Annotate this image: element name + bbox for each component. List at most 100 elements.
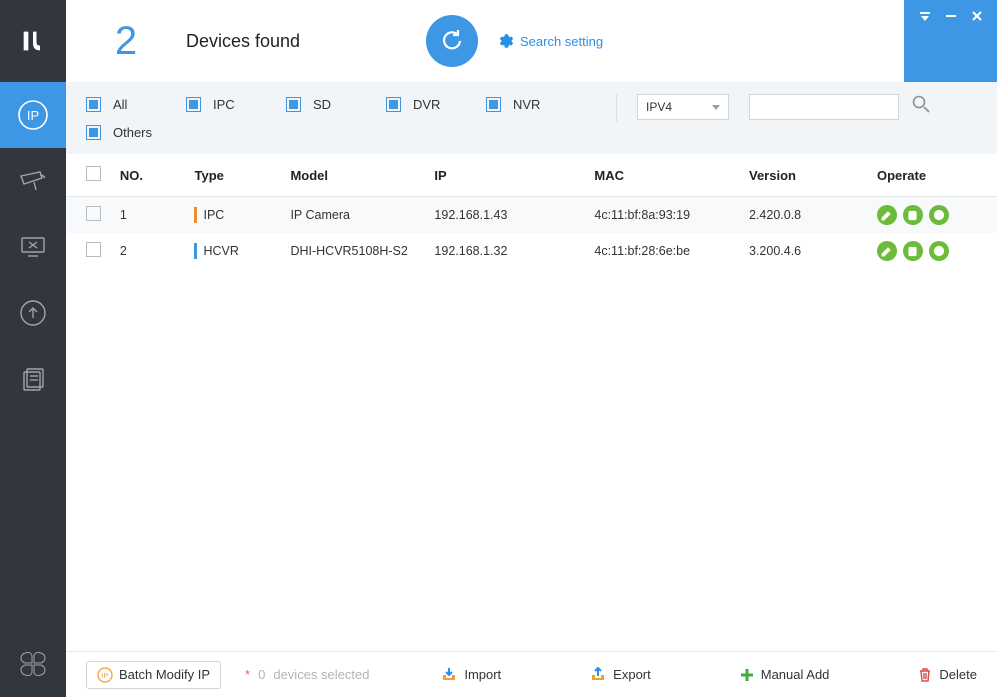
main-area: 2 Devices found Search setting All IPC SD D… [66, 0, 997, 697]
sidebar: IP [0, 0, 66, 697]
filter-all[interactable]: All [86, 90, 186, 118]
ip-mode-select[interactable]: IPV4 [637, 94, 729, 120]
col-type[interactable]: Type [186, 154, 282, 197]
checkbox-icon [386, 97, 401, 112]
selected-label: devices selected [273, 667, 369, 682]
close-icon[interactable] [971, 10, 983, 22]
app-logo [0, 0, 66, 82]
device-table: NO. Type Model IP MAC Version Operate 1 I… [66, 154, 997, 269]
checkbox-icon [86, 125, 101, 140]
col-ip[interactable]: IP [426, 154, 586, 197]
header: 2 Devices found Search setting [66, 0, 997, 82]
window-controls [904, 0, 997, 82]
details-button[interactable] [903, 241, 923, 261]
selected-count: 0 [258, 667, 265, 682]
edit-button[interactable] [877, 241, 897, 261]
search-input[interactable] [749, 94, 899, 120]
selection-info: * 0 devices selected [245, 667, 369, 682]
device-table-wrap: NO. Type Model IP MAC Version Operate 1 I… [66, 154, 997, 651]
export-button[interactable]: Export [589, 666, 651, 684]
export-label: Export [613, 667, 651, 682]
manual-add-button[interactable]: Manual Add [739, 667, 830, 683]
cell-mac: 4c:11:bf:28:6e:be [586, 233, 741, 269]
batch-modify-ip-button[interactable]: IP Batch Modify IP [86, 661, 221, 689]
filter-dvr[interactable]: DVR [386, 90, 486, 118]
filter-others[interactable]: Others [86, 118, 186, 146]
col-operate: Operate [869, 154, 997, 197]
chevron-down-icon [712, 105, 720, 110]
filter-nvr[interactable]: NVR [486, 90, 586, 118]
import-icon [440, 666, 458, 684]
device-count: 2 [66, 19, 186, 64]
checkbox-icon [86, 97, 101, 112]
col-model[interactable]: Model [282, 154, 426, 197]
sidebar-item-tools[interactable] [0, 214, 66, 280]
sidebar-item-ip[interactable]: IP [0, 82, 66, 148]
refresh-button[interactable] [426, 15, 478, 67]
col-no[interactable]: NO. [112, 154, 187, 197]
minimize-icon[interactable] [945, 10, 957, 22]
cell-model: DHI-HCVR5108H-S2 [282, 233, 426, 269]
cell-ip: 192.168.1.43 [426, 197, 586, 234]
details-button[interactable] [903, 205, 923, 225]
row-checkbox[interactable] [86, 242, 101, 257]
checkbox-icon [486, 97, 501, 112]
header-title: Devices found [186, 31, 300, 52]
cell-model: IP Camera [282, 197, 426, 234]
ip-mode-value: IPV4 [646, 100, 672, 114]
cell-version: 2.420.0.8 [741, 197, 869, 234]
sidebar-item-templates[interactable] [0, 346, 66, 412]
search-setting-label: Search setting [520, 34, 603, 49]
web-button[interactable] [929, 241, 949, 261]
manual-add-label: Manual Add [761, 667, 830, 682]
export-icon [589, 666, 607, 684]
delete-button[interactable]: Delete [917, 667, 977, 683]
col-version[interactable]: Version [741, 154, 869, 197]
filter-separator [616, 94, 617, 122]
checkbox-icon [286, 97, 301, 112]
cell-no: 2 [112, 233, 187, 269]
gear-icon [496, 32, 514, 50]
filter-ipc[interactable]: IPC [186, 90, 286, 118]
web-button[interactable] [929, 205, 949, 225]
filter-label: DVR [413, 97, 440, 112]
cell-version: 3.200.4.6 [741, 233, 869, 269]
filter-label: SD [313, 97, 331, 112]
cell-type: IPC [203, 208, 224, 222]
import-label: Import [464, 667, 501, 682]
asterisk-icon: * [245, 667, 250, 682]
select-all-checkbox[interactable] [86, 166, 101, 181]
sidebar-item-upgrade[interactable] [0, 280, 66, 346]
svg-text:IP: IP [27, 108, 39, 123]
cell-ip: 192.168.1.32 [426, 233, 586, 269]
filter-label: All [113, 97, 127, 112]
cell-mac: 4c:11:bf:8a:93:19 [586, 197, 741, 234]
filter-label: IPC [213, 97, 235, 112]
row-checkbox[interactable] [86, 206, 101, 221]
search-icon[interactable] [911, 94, 931, 119]
filter-bar: All IPC SD DVR NVR Others IPV4 [66, 82, 997, 154]
delete-label: Delete [939, 667, 977, 682]
sidebar-item-apps[interactable] [0, 631, 66, 697]
table-row[interactable]: 2 HCVR DHI-HCVR5108H-S2192.168.1.324c:11:b… [66, 233, 997, 269]
filter-sd[interactable]: SD [286, 90, 386, 118]
sidebar-item-camera[interactable] [0, 148, 66, 214]
import-button[interactable]: Import [440, 666, 501, 684]
batch-modify-label: Batch Modify IP [119, 667, 210, 682]
filter-label: Others [113, 125, 152, 140]
checkbox-icon [186, 97, 201, 112]
type-indicator [194, 243, 197, 259]
edit-button[interactable] [877, 205, 897, 225]
plus-icon [739, 667, 755, 683]
footer: IP Batch Modify IP * 0 devices selected … [66, 651, 997, 697]
cell-type: HCVR [203, 244, 238, 258]
table-row[interactable]: 1 IPC IP Camera192.168.1.434c:11:bf:8a:93:… [66, 197, 997, 234]
svg-text:IP: IP [102, 673, 109, 680]
col-mac[interactable]: MAC [586, 154, 741, 197]
ip-icon: IP [97, 667, 113, 683]
cell-no: 1 [112, 197, 187, 234]
filter-label: NVR [513, 97, 540, 112]
dropdown-icon[interactable] [919, 10, 931, 22]
trash-icon [917, 667, 933, 683]
search-setting-link[interactable]: Search setting [496, 32, 603, 50]
